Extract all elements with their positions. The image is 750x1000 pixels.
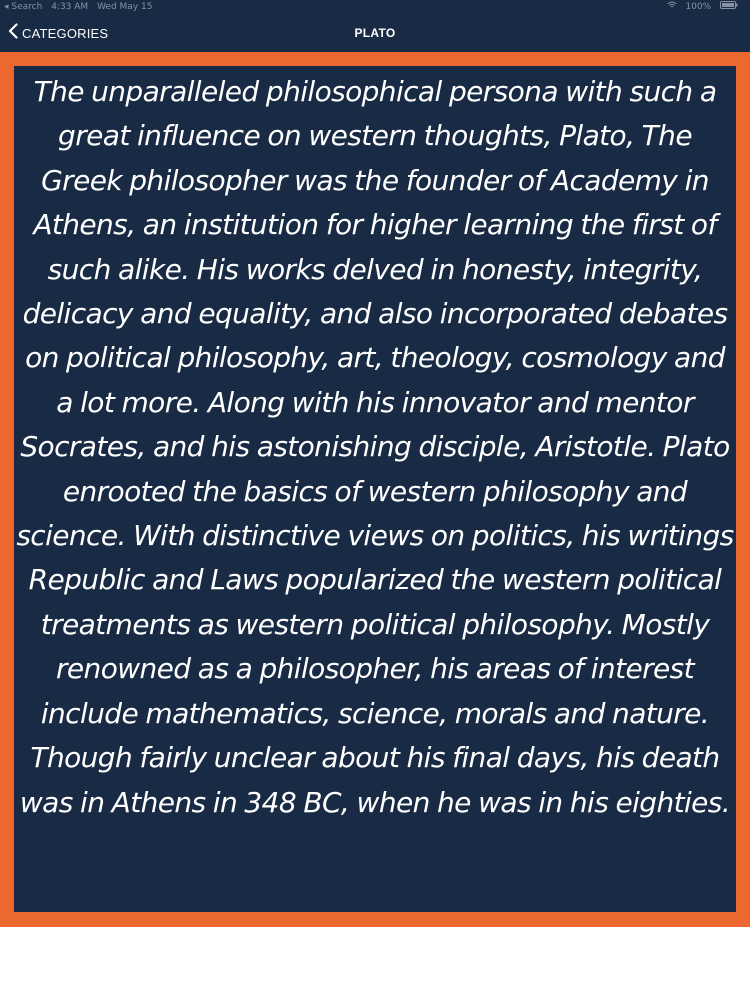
battery-icon bbox=[720, 1, 738, 12]
page-title: PLATO bbox=[354, 26, 396, 40]
battery-level: 100% bbox=[685, 2, 712, 12]
navigation-bar: CATEGORIES PLATO bbox=[0, 14, 750, 52]
content-panel: The unparalleled philosophical persona w… bbox=[14, 66, 736, 912]
status-bar: ◂ Search 4:33 AM Wed May 15 100% bbox=[0, 0, 750, 14]
status-date: Wed May 15 bbox=[97, 2, 153, 12]
bottom-area bbox=[0, 927, 750, 1000]
back-to-app-link[interactable]: ◂ Search bbox=[4, 2, 42, 12]
biography-text: The unparalleled philosophical persona w… bbox=[16, 75, 734, 819]
wifi-icon bbox=[667, 1, 680, 12]
status-time: 4:33 AM bbox=[51, 2, 89, 12]
